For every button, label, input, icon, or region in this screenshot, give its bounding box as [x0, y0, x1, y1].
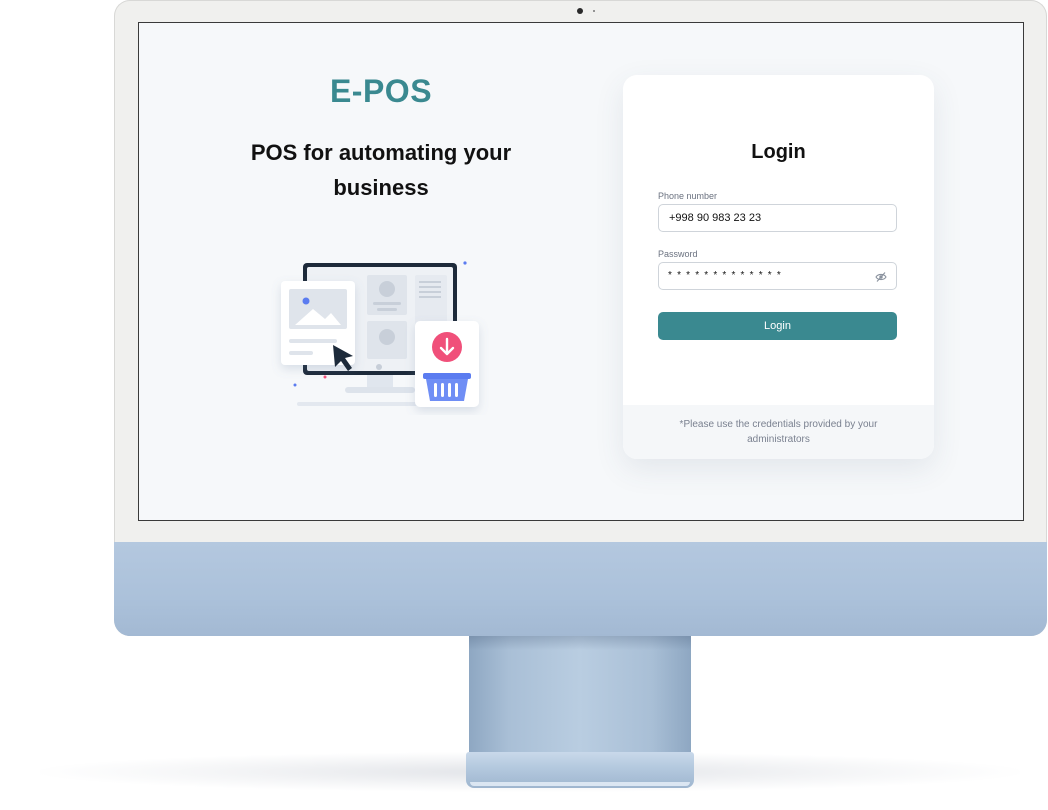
login-title: Login [751, 141, 806, 163]
password-value: * * * * * * * * * * * * * [668, 270, 782, 281]
phone-value: +998 90 983 23 23 [669, 212, 762, 224]
login-card: Login Phone number +998 90 983 23 23 Pas… [623, 75, 934, 459]
monitor-stand-foot-edge [470, 782, 690, 786]
tagline: POS for automating your business [250, 140, 512, 200]
sensor-icon [593, 10, 595, 12]
monitor-chin [114, 542, 1047, 636]
eye-off-icon[interactable] [875, 271, 887, 283]
monitor-stand [469, 634, 691, 756]
password-label: Password [658, 249, 698, 259]
brand-logo: E-POS [329, 73, 433, 109]
phone-label: Phone number [658, 191, 718, 201]
pos-illustration [281, 261, 479, 407]
login-button[interactable]: Login [658, 312, 897, 340]
phone-field[interactable]: +998 90 983 23 23 [658, 204, 897, 232]
screen: E-POS POS for automating your business L… [138, 22, 1024, 521]
password-field[interactable]: * * * * * * * * * * * * * [658, 262, 897, 290]
camera-icon [577, 8, 583, 14]
basket-icon [423, 373, 471, 401]
credentials-note: *Please use the credentials provided by … [679, 419, 878, 445]
card-footer: *Please use the credentials provided by … [623, 405, 934, 459]
monitor-stand-shade [469, 634, 691, 650]
